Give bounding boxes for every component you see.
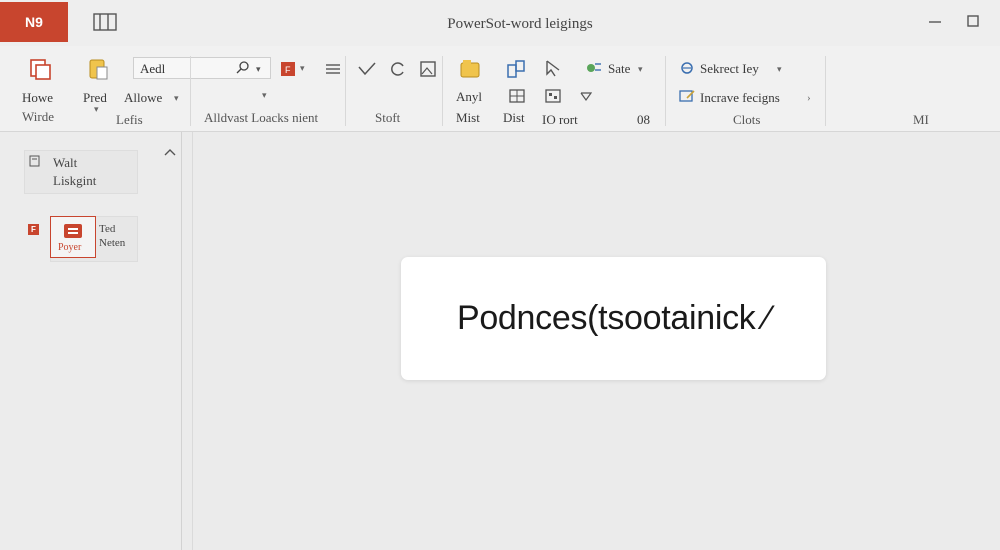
layout-icon[interactable]: [92, 12, 120, 32]
window-title: PowerSot-word leigings: [447, 16, 593, 32]
thumbnail-caption: Poyer: [58, 242, 82, 253]
center-text-box[interactable]: Podnces(tsootainick ⁄: [401, 257, 826, 380]
font-name-value: Aedl: [140, 61, 166, 76]
ribbon-separator: [345, 56, 346, 126]
clipboard-group-label: Alldvast Loacks nient: [204, 110, 319, 125]
number-label: 08: [637, 112, 650, 127]
image-icon[interactable]: [418, 59, 438, 79]
refresh-icon[interactable]: [388, 59, 408, 79]
clots-group-label: Clots: [733, 112, 761, 127]
allowe-caret-icon[interactable]: ▾: [174, 93, 179, 104]
allowe-dropdown[interactable]: Allowe: [124, 90, 162, 106]
ribbon-separator: [665, 56, 666, 126]
collapse-icon[interactable]: [163, 144, 177, 156]
slide-2-title: Ted: [99, 223, 116, 235]
select-key-icon[interactable]: [678, 59, 698, 77]
increase-button[interactable]: Incrave fecigns: [700, 90, 780, 106]
svg-text:F: F: [285, 65, 291, 75]
sort-button[interactable]: IO rort: [542, 112, 578, 128]
check-icon[interactable]: [356, 60, 378, 78]
ribbon-separator: [190, 56, 191, 126]
home-button[interactable]: Howe: [22, 90, 53, 106]
chart-icon[interactable]: [543, 87, 563, 105]
select-key-dropdown[interactable]: Sekrect Iey: [700, 61, 759, 77]
ribbon-separator: [825, 56, 826, 126]
ribbon-separator: [442, 56, 443, 126]
grid-icon[interactable]: [507, 87, 527, 105]
arrange-icon[interactable]: [504, 57, 528, 81]
app-badge[interactable]: N9: [0, 2, 68, 42]
dist-button[interactable]: Dist: [503, 110, 525, 126]
sate-caret-icon[interactable]: ▾: [638, 64, 643, 75]
paste-icon[interactable]: [86, 56, 110, 82]
minimize-icon[interactable]: [924, 10, 946, 32]
maximize-icon[interactable]: [962, 10, 984, 32]
slide-panel: [0, 132, 182, 550]
home-group-label: Wirde: [22, 109, 54, 124]
font-name-box[interactable]: Aedl ▾: [133, 57, 271, 79]
sate-icon[interactable]: [584, 59, 604, 77]
chevron-right-icon[interactable]: ›: [807, 92, 811, 104]
lefts-group-label: Lefis: [116, 112, 143, 127]
clipboard-caret-icon[interactable]: ▾: [262, 90, 267, 101]
select-key-caret-icon[interactable]: ▾: [777, 64, 782, 75]
shape-caret-icon[interactable]: ▾: [300, 63, 305, 74]
sate-dropdown[interactable]: Sate: [608, 61, 630, 77]
slide-content-icon: [64, 224, 82, 238]
filter-icon[interactable]: [579, 89, 593, 103]
folder-icon[interactable]: [456, 56, 484, 82]
slide-1-title: Walt: [53, 155, 78, 170]
slide-2-marker: F: [28, 224, 39, 235]
list-icon[interactable]: [323, 60, 343, 78]
mi-group-label: MI: [913, 112, 929, 127]
shift-group-label: Stoft: [375, 110, 401, 125]
pred-caret-icon[interactable]: ▾: [94, 104, 99, 115]
slide-2-subtitle: Neten: [99, 237, 126, 249]
center-text: Podnces(tsootainick ⁄: [456, 299, 771, 337]
slide-icon: [29, 155, 40, 171]
title-bar: N9 PowerSot-word leigings: [0, 0, 1000, 46]
new-slide-icon[interactable]: [26, 56, 54, 82]
search-icon[interactable]: [236, 60, 250, 74]
mist-button[interactable]: Mist: [456, 110, 480, 126]
increase-icon[interactable]: [678, 88, 696, 104]
slide-thumbnail-1[interactable]: Walt Liskgint: [24, 150, 138, 194]
font-caret-icon[interactable]: ▾: [256, 64, 261, 75]
slide-1-subtitle: Liskgint: [53, 173, 97, 188]
select-arrow-icon[interactable]: [542, 57, 564, 79]
shape-red-icon[interactable]: F: [279, 60, 297, 78]
anyl-button[interactable]: Anyl: [456, 89, 482, 105]
